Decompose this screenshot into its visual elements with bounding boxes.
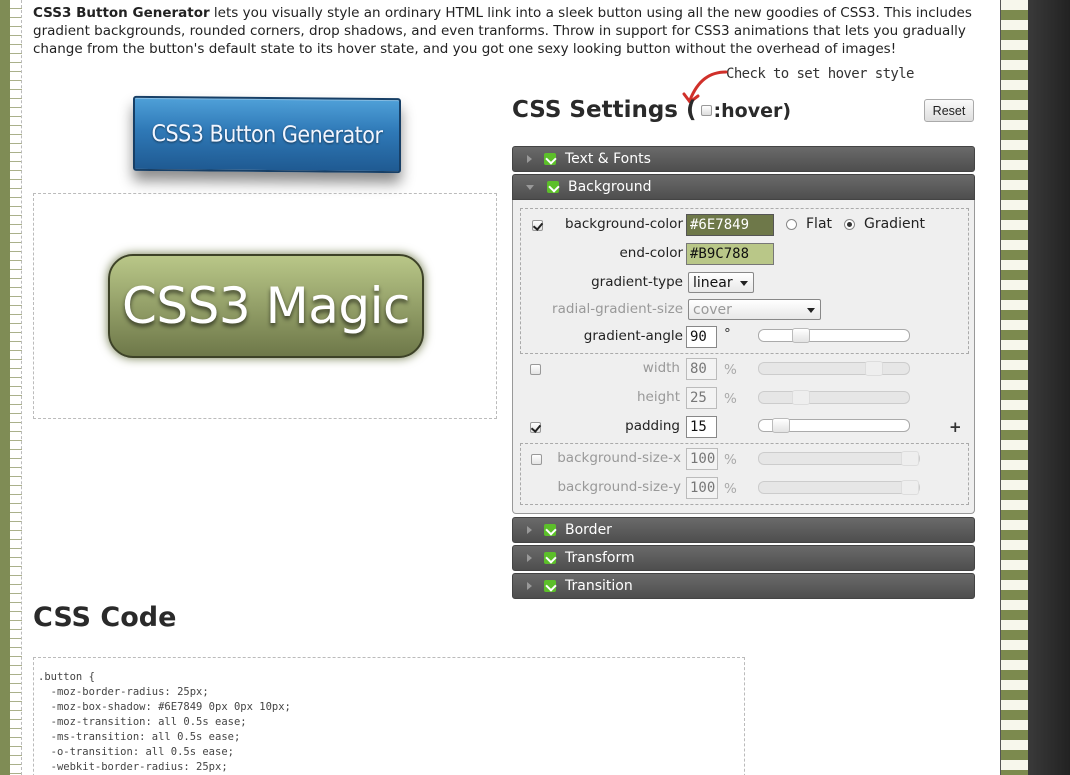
end-color-input[interactable]: #B9C788 xyxy=(686,243,774,265)
percent-unit: % xyxy=(724,481,737,497)
hover-hint-annotation: Check to set hover style xyxy=(726,66,914,82)
expand-arrow-icon xyxy=(527,582,532,590)
bg-size-y-input[interactable]: 100 xyxy=(686,477,718,499)
end-color-label: end-color xyxy=(619,245,683,261)
code-line: -moz-box-shadow: #6E7849 0px 0px 10px; xyxy=(38,701,291,713)
paren-open: ( xyxy=(686,97,697,123)
bg-size-y-label: background-size-y xyxy=(557,479,681,495)
gradient-type-value: linear xyxy=(693,274,733,291)
slider-handle[interactable] xyxy=(792,390,810,405)
check-badge-icon xyxy=(544,580,556,592)
decorative-stripe xyxy=(1000,0,1028,775)
bg-size-x-label: background-size-x xyxy=(557,450,681,466)
slider-handle[interactable] xyxy=(792,328,810,343)
intro-title: CSS3 Button Generator xyxy=(33,5,210,21)
check-badge-icon xyxy=(544,524,556,536)
code-line: -webkit-border-radius: 25px; xyxy=(38,761,228,773)
radial-size-value: cover xyxy=(693,301,732,318)
background-settings-panel: background-color #6E7849 Flat Gradient e… xyxy=(512,200,975,514)
gradient-type-select[interactable]: linear xyxy=(688,272,754,293)
percent-unit: % xyxy=(724,391,737,407)
check-badge-icon xyxy=(544,153,556,165)
padding-label: padding xyxy=(625,418,680,434)
gradient-angle-slider[interactable] xyxy=(758,328,910,343)
padding-slider[interactable] xyxy=(758,418,910,433)
degree-unit: ° xyxy=(724,326,731,342)
hover-label: :hover) xyxy=(713,100,792,122)
page-right-border xyxy=(1000,0,1070,775)
hover-checkbox[interactable] xyxy=(700,105,712,116)
logo-text: CSS3 Button Generator xyxy=(151,120,383,149)
background-color-label: background-color xyxy=(565,216,683,232)
section-transition[interactable]: Transition xyxy=(512,573,975,599)
slider-handle[interactable] xyxy=(772,418,790,433)
width-slider[interactable] xyxy=(758,361,910,376)
code-line: -moz-transition: all 0.5s ease; xyxy=(38,716,247,728)
percent-unit: % xyxy=(724,452,737,468)
slider-handle[interactable] xyxy=(901,480,919,495)
section-border[interactable]: Border xyxy=(512,517,975,543)
css-code-box[interactable]: .button { -moz-border-radius: 25px; -moz… xyxy=(33,657,745,775)
code-line: .button { xyxy=(38,671,95,683)
expand-arrow-icon xyxy=(527,155,532,163)
css-code-title: CSS Code xyxy=(33,602,177,633)
flat-radio[interactable] xyxy=(786,219,797,230)
collapse-arrow-icon xyxy=(526,184,534,190)
button-preview-area: CSS3 Magic xyxy=(33,193,497,419)
padding-input[interactable]: 15 xyxy=(686,416,717,438)
section-label: Border xyxy=(565,522,612,538)
slider-handle[interactable] xyxy=(865,361,883,376)
preview-button-label: CSS3 Magic xyxy=(122,277,411,335)
section-transform[interactable]: Transform xyxy=(512,545,975,571)
code-line: -o-transition: all 0.5s ease; xyxy=(38,746,234,758)
preview-button[interactable]: CSS3 Magic xyxy=(108,254,424,358)
height-label: height xyxy=(636,389,680,405)
page-left-border xyxy=(0,0,10,775)
code-line: -moz-border-radius: 25px; xyxy=(38,686,209,698)
scroll-area-shade xyxy=(1028,0,1070,775)
check-badge-icon xyxy=(547,181,559,193)
section-label: Transform xyxy=(565,550,635,566)
intro-paragraph: CSS3 Button Generator lets you visually … xyxy=(33,4,988,58)
percent-unit: % xyxy=(724,362,737,378)
section-label: Transition xyxy=(565,578,633,594)
section-text-fonts[interactable]: Text & Fonts xyxy=(512,146,975,172)
css-settings-title: CSS Settings ( :hover) xyxy=(512,97,791,123)
reset-button[interactable]: Reset xyxy=(924,99,974,122)
page-left-ruler xyxy=(10,0,22,775)
height-slider[interactable] xyxy=(758,390,910,405)
gradient-angle-input[interactable]: 90 xyxy=(686,326,717,348)
settings-title-text: CSS Settings xyxy=(512,97,678,123)
check-badge-icon xyxy=(544,552,556,564)
section-label: Text & Fonts xyxy=(565,151,651,167)
bg-size-y-slider[interactable] xyxy=(758,480,920,495)
expand-arrow-icon xyxy=(527,554,532,562)
add-icon[interactable]: + xyxy=(949,418,962,436)
section-background[interactable]: Background xyxy=(512,174,975,200)
site-logo[interactable]: CSS3 Button Generator xyxy=(133,95,401,174)
flat-label: Flat xyxy=(806,216,833,232)
gradient-label: Gradient xyxy=(864,216,925,232)
gradient-angle-label: gradient-angle xyxy=(583,328,683,344)
dropdown-caret-icon xyxy=(740,281,748,286)
gradient-radio[interactable] xyxy=(844,219,855,230)
width-input[interactable]: 80 xyxy=(686,358,717,380)
radial-size-select[interactable]: cover xyxy=(688,299,821,320)
expand-arrow-icon xyxy=(527,526,532,534)
width-label: width xyxy=(642,360,680,376)
code-line: -ms-transition: all 0.5s ease; xyxy=(38,731,241,743)
section-label: Background xyxy=(568,179,652,195)
background-color-input[interactable]: #6E7849 xyxy=(686,214,774,236)
gradient-type-label: gradient-type xyxy=(591,274,683,290)
slider-handle[interactable] xyxy=(901,451,919,466)
bg-size-x-input[interactable]: 100 xyxy=(686,448,718,470)
dropdown-caret-icon xyxy=(807,308,815,313)
radial-size-label: radial-gradient-size xyxy=(552,301,683,317)
bg-size-x-slider[interactable] xyxy=(758,451,920,466)
height-input[interactable]: 25 xyxy=(686,387,717,409)
